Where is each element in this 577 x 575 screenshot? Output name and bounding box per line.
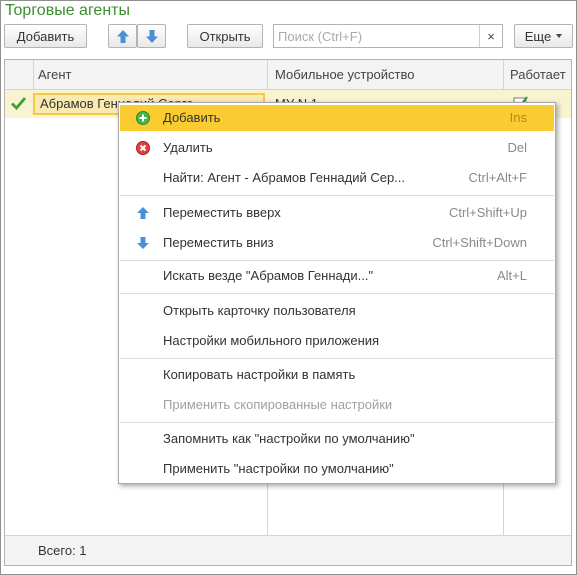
menu-separator [120,195,554,196]
menu-item-shortcut: Ins [509,110,527,125]
column-divider [33,60,34,89]
column-header-works[interactable]: Работает [510,60,566,89]
search-field[interactable]: Поиск (Ctrl+F) × [273,24,503,48]
more-label: Еще [524,28,552,44]
active-row-check-icon [11,97,26,110]
menu-item-shortcut: Alt+L [497,268,527,283]
menu-item-find[interactable]: Найти: Агент - Абрамов Геннадий Сер... C… [120,165,554,191]
menu-item-move-down[interactable]: Переместить вниз Ctrl+Shift+Down [120,230,554,256]
menu-item-label: Удалить [163,140,213,155]
clear-search-icon[interactable]: × [479,25,502,47]
table-header: Агент Мобильное устройство Работает [5,60,571,90]
menu-item-shortcut: Ctrl+Shift+Down [432,235,527,250]
menu-item-open-user-card[interactable]: Открыть карточку пользователя [120,298,554,324]
menu-item-label: Применить "настройки по умолчанию" [163,461,394,476]
open-button[interactable]: Открыть [187,24,263,48]
menu-item-shortcut: Del [507,140,527,155]
menu-item-add[interactable]: Добавить Ins [120,105,554,131]
menu-separator [120,358,554,359]
menu-item-label: Открыть карточку пользователя [163,303,356,318]
menu-item-save-default-settings[interactable]: Запомнить как "настройки по умолчанию" [120,426,554,452]
context-menu: Добавить Ins Удалить Del Найти: Агент - … [118,102,556,484]
menu-item-apply-copied-settings: Применить скопированные настройки [120,392,554,418]
total-count: Всего: 1 [38,543,87,558]
menu-separator [120,293,554,294]
more-button[interactable]: Еще [514,24,573,48]
menu-item-label: Копировать настройки в память [163,367,356,382]
move-up-button[interactable] [108,24,137,48]
column-header-agent[interactable]: Агент [38,60,72,89]
arrow-up-icon [137,207,149,219]
menu-item-label: Настройки мобильного приложения [163,333,380,348]
arrow-down-icon [145,29,158,43]
arrow-up-icon [116,29,129,43]
menu-item-copy-settings[interactable]: Копировать настройки в память [120,362,554,388]
menu-item-label: Переместить вниз [163,235,274,250]
arrow-down-icon [137,237,149,249]
menu-item-label: Переместить вверх [163,205,281,220]
add-button[interactable]: Добавить [4,24,87,48]
menu-item-delete[interactable]: Удалить Del [120,135,554,161]
menu-separator [120,260,554,261]
page-title: Торговые агенты [5,2,130,19]
search-placeholder: Поиск (Ctrl+F) [278,29,363,44]
menu-item-label: Применить скопированные настройки [163,397,393,412]
menu-item-shortcut: Ctrl+Alt+F [468,170,527,185]
chevron-down-icon [556,34,563,38]
add-icon [136,111,150,125]
menu-item-label: Запомнить как "настройки по умолчанию" [163,431,415,446]
menu-separator [120,422,554,423]
table-footer: Всего: 1 [5,535,571,565]
menu-item-label: Искать везде "Абрамов Геннади..." [163,268,374,283]
menu-item-shortcut: Ctrl+Shift+Up [448,205,527,220]
column-header-device[interactable]: Мобильное устройство [275,60,415,89]
menu-item-search-everywhere[interactable]: Искать везде "Абрамов Геннади..." Alt+L [120,263,554,289]
menu-item-label: Добавить [163,110,221,125]
menu-item-mobile-app-settings[interactable]: Настройки мобильного приложения [120,328,554,354]
menu-item-label: Найти: Агент - Абрамов Геннадий Сер... [163,170,406,185]
menu-item-move-up[interactable]: Переместить вверх Ctrl+Shift+Up [120,200,554,226]
delete-icon [136,141,150,155]
menu-item-apply-default-settings[interactable]: Применить "настройки по умолчанию" [120,456,554,482]
move-down-button[interactable] [137,24,166,48]
